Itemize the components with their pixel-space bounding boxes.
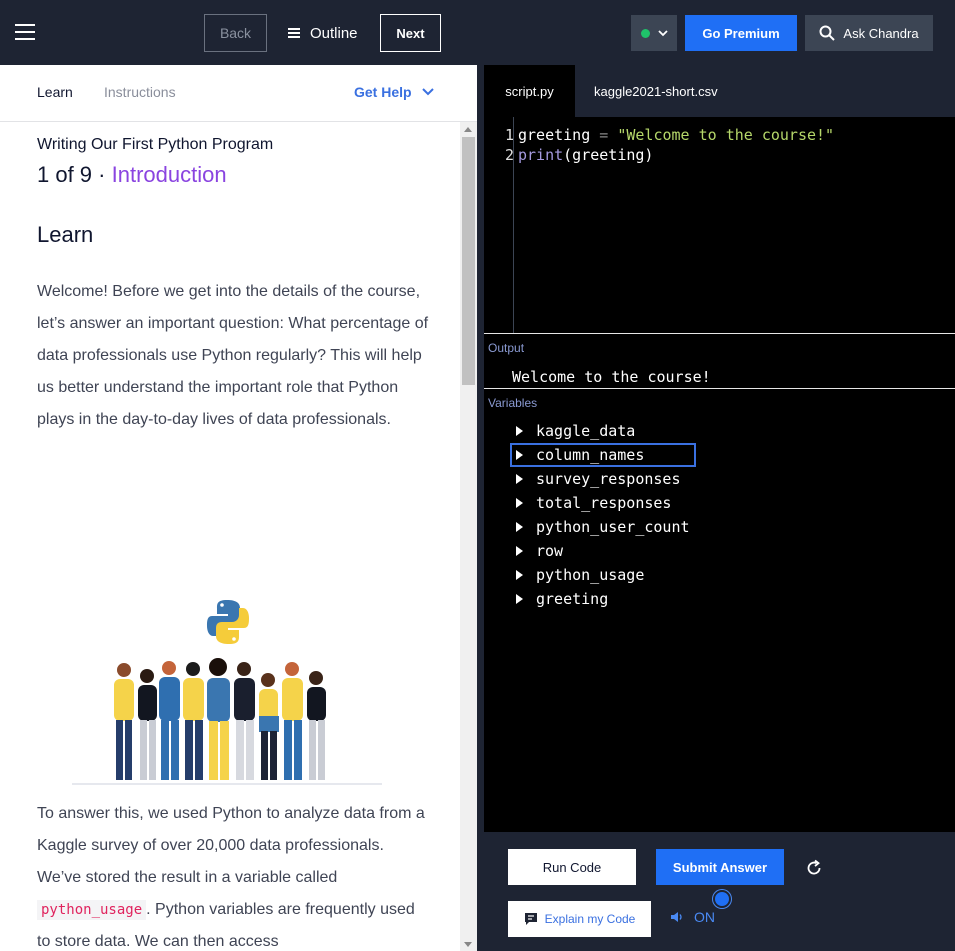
scroll-down-arrow-icon[interactable] <box>464 942 472 947</box>
gutter-divider <box>513 117 514 333</box>
variable-item[interactable]: total_responses <box>510 491 696 515</box>
expand-triangle-icon <box>516 426 523 436</box>
explain-code-label: Explain my Code <box>544 912 636 926</box>
learn-heading: Learn <box>37 222 94 247</box>
variable-item[interactable]: column_names <box>510 443 696 467</box>
expand-triangle-icon <box>516 474 523 484</box>
data-paragraph-text-a: To answer this, we used Python to analyz… <box>37 805 425 886</box>
left-scrollbar[interactable] <box>460 122 477 951</box>
lesson-title: Writing Our First Python Program <box>37 136 274 153</box>
toggle-knob[interactable] <box>713 890 731 908</box>
scroll-up-arrow-icon[interactable] <box>464 127 472 132</box>
code-token: greeting <box>518 126 591 144</box>
submit-answer-button[interactable]: Submit Answer <box>656 849 784 885</box>
output-label: Output <box>488 341 525 355</box>
action-bar: Run Code Submit Answer Explain my Code O… <box>484 832 955 951</box>
line-number: 2 <box>504 146 514 164</box>
top-bar: Back Outline Next Go Premium Ask Chandra <box>0 0 955 65</box>
variable-name: kaggle_data <box>536 422 636 440</box>
variable-item[interactable]: python_usage <box>510 563 696 587</box>
tab-script-py[interactable]: script.py <box>484 65 575 117</box>
get-help-button[interactable]: Get Help <box>354 84 434 100</box>
status-dropdown[interactable] <box>631 15 677 51</box>
code-line-1: greeting = "Welcome to the course!" <box>518 125 834 145</box>
reset-icon[interactable] <box>804 858 824 878</box>
tab-kaggle-csv[interactable]: kaggle2021-short.csv <box>594 65 718 117</box>
expand-triangle-icon <box>516 594 523 604</box>
variable-name: greeting <box>536 590 609 608</box>
variable-name: total_responses <box>536 494 672 512</box>
variable-item[interactable]: python_user_count <box>510 515 696 539</box>
lesson-step-counter: 1 of 9 · <box>37 162 106 187</box>
sound-toggle[interactable]: ON <box>670 909 715 925</box>
variable-name: survey_responses <box>536 470 681 488</box>
code-token: print <box>518 146 564 164</box>
code-token: = <box>590 126 618 144</box>
go-premium-button[interactable]: Go Premium <box>685 15 797 51</box>
code-panel: script.py kaggle2021-short.csv 1 2 greet… <box>484 65 955 951</box>
variable-name: column_names <box>536 446 645 464</box>
code-editor[interactable]: 1 2 greeting = "Welcome to the course!" p… <box>484 117 955 333</box>
people-group <box>114 658 326 780</box>
line-number: 1 <box>504 126 514 144</box>
expand-triangle-icon <box>516 522 523 532</box>
tab-instructions[interactable]: Instructions <box>104 84 176 100</box>
intro-paragraph: Welcome! Before we get into the details … <box>37 283 429 428</box>
sound-label: ON <box>694 909 715 925</box>
ask-chandra-button[interactable]: Ask Chandra <box>805 15 933 51</box>
python-team-illustration <box>72 600 382 785</box>
python-logo-icon <box>207 600 249 644</box>
output-section: Output Welcome to the course! <box>484 333 955 388</box>
variable-item[interactable]: survey_responses <box>510 467 696 491</box>
run-code-button[interactable]: Run Code <box>508 849 636 885</box>
variable-item[interactable]: row <box>510 539 696 563</box>
chevron-down-icon <box>657 30 668 37</box>
expand-triangle-icon <box>516 498 523 508</box>
expand-triangle-icon <box>516 546 523 556</box>
outline-label: Outline <box>310 24 358 42</box>
back-button[interactable]: Back <box>204 14 267 52</box>
expand-triangle-icon <box>516 450 523 460</box>
lesson-step: 1 of 9 · Introduction <box>37 162 227 188</box>
search-icon <box>819 25 836 41</box>
variables-section: Variables kaggle_data column_names survey_… <box>484 388 955 832</box>
inline-code: python_usage <box>37 900 147 920</box>
outline-button[interactable]: Outline <box>288 14 358 52</box>
output-text: Welcome to the course! <box>512 368 711 386</box>
scroll-thumb[interactable] <box>462 137 475 385</box>
variables-label: Variables <box>488 396 538 410</box>
variable-name: python_user_count <box>536 518 690 536</box>
variable-item[interactable]: kaggle_data <box>510 419 696 443</box>
speaker-icon <box>671 912 682 922</box>
code-token: (greeting) <box>563 146 654 164</box>
status-dot-icon <box>640 28 650 38</box>
data-paragraph: To answer this, we used Python to analyz… <box>37 798 432 951</box>
line-numbers: 1 2 <box>484 125 514 165</box>
variable-name: python_usage <box>536 566 645 584</box>
learn-panel: Learn Instructions Get Help Writing Our … <box>0 65 477 951</box>
explain-code-button[interactable]: Explain my Code <box>508 901 651 937</box>
next-button[interactable]: Next <box>380 14 441 52</box>
ask-chandra-label: Ask Chandra <box>843 25 919 41</box>
get-help-label: Get Help <box>354 84 412 100</box>
lesson-step-name: Introduction <box>111 162 227 187</box>
list-icon <box>288 28 300 38</box>
variable-item[interactable]: greeting <box>510 587 696 611</box>
variables-list: kaggle_data column_names survey_responsest… <box>510 419 696 611</box>
menu-icon[interactable] <box>15 24 35 40</box>
expand-triangle-icon <box>516 570 523 580</box>
file-tabs: script.py kaggle2021-short.csv <box>484 65 955 117</box>
code-token: "Welcome to the course!" <box>617 126 835 144</box>
panel-tabs: Learn Instructions Get Help <box>0 65 477 122</box>
code-line-2: print(greeting) <box>518 145 834 165</box>
chevron-down-icon <box>421 88 434 96</box>
chat-icon <box>524 913 537 925</box>
code-lines[interactable]: greeting = "Welcome to the course!" print… <box>518 125 834 165</box>
tab-learn[interactable]: Learn <box>37 84 73 100</box>
variable-name: row <box>536 542 564 560</box>
